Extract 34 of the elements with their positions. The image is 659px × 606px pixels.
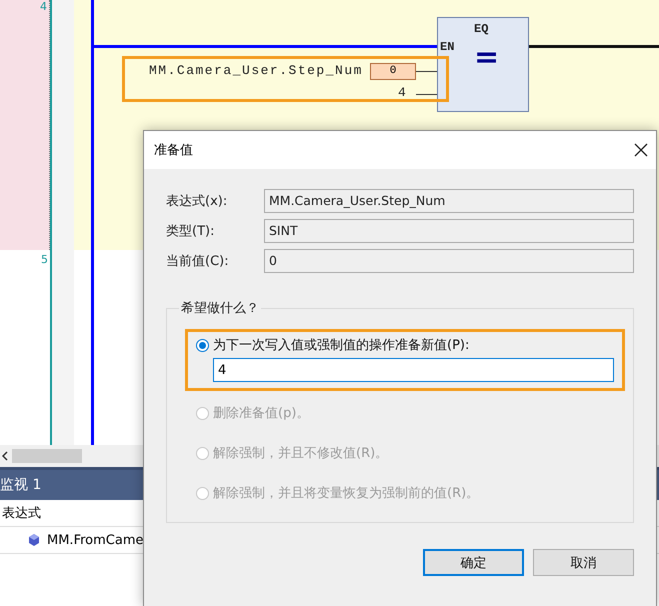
radio-button[interactable] [196,338,209,352]
function-block[interactable]: EQ EN = [437,17,529,112]
value-input[interactable]: 4 [213,358,614,382]
line-number: 4 [40,0,47,13]
line-number: 5 [41,253,48,266]
pin-line [416,71,437,72]
option-label: 为下一次写入值或强制值的操作准备新值(P): [213,337,470,354]
ok-button[interactable]: 确定 [423,549,524,576]
cancel-button[interactable]: 取消 [533,549,634,576]
panel-title: 监视 1 [0,476,42,494]
option-label: 解除强制，并且将变量恢复为强制前的值(R)。 [213,485,480,502]
value-badge: 0 [370,63,416,80]
dialog-title: 准备值 [154,142,193,159]
group-title: 希望做什么？ [180,300,260,317]
close-icon[interactable] [634,143,648,157]
field-label: 类型(T): [166,223,216,240]
pin-label: EN [440,40,454,54]
constant-value: 4 [398,85,408,100]
block-title: EQ [474,22,488,36]
readonly-field[interactable]: MM.Camera_User.Step_Num [264,189,634,213]
variable-name: MM.Camera_User.Step_Num [149,63,363,78]
option-label: 解除强制，并且不修改值(R)。 [213,445,388,462]
scroll-left-icon[interactable] [2,451,8,461]
field-label: 当前值(C): [166,253,230,270]
option-label: 删除准备值(p)。 [213,405,310,422]
pin-line [416,94,437,95]
operator-symbol: = [474,40,500,75]
readonly-field[interactable]: SINT [264,219,634,243]
column-header: 表达式 [2,505,41,522]
variable-icon [29,534,39,546]
readonly-field[interactable]: 0 [264,249,634,273]
scrollbar-thumb[interactable] [12,449,82,463]
variable-name[interactable]: MM.FromCame [47,532,144,548]
field-label: 表达式(x): [166,193,228,210]
